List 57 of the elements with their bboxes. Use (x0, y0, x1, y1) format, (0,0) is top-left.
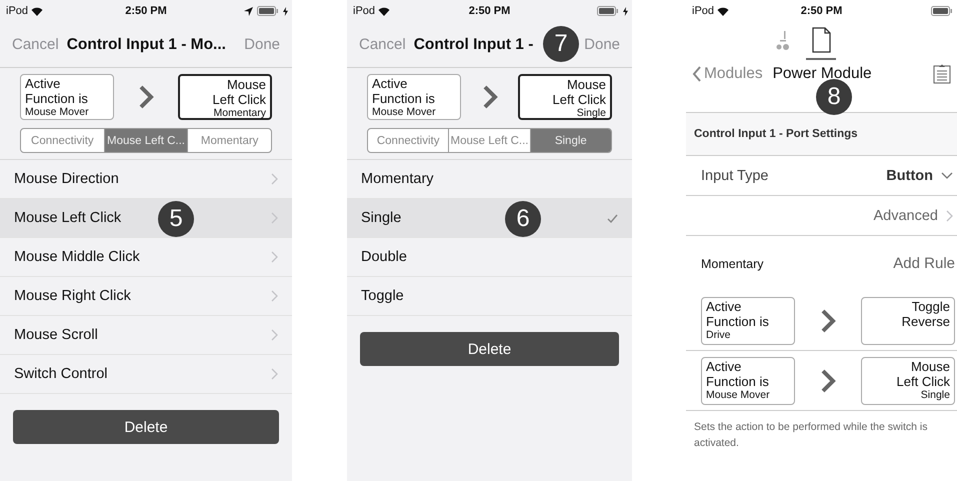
chevron-right-icon (482, 84, 498, 110)
back-chevron-icon (692, 66, 702, 82)
chevron-right-icon (271, 290, 278, 302)
chevron-right-icon (820, 368, 836, 394)
wifi-icon (378, 6, 390, 16)
wifi-icon (31, 6, 44, 16)
chevron-right-icon (138, 84, 154, 110)
help-text: Sets the action to be performed while the switch is activated. (693, 420, 928, 451)
clipboard-icon[interactable] (933, 64, 951, 84)
battery-icon (257, 6, 279, 16)
setting-label: Input Type (701, 168, 768, 184)
delete-button[interactable]: Delete (360, 332, 619, 366)
chevron-right-icon (271, 212, 278, 224)
delete-button[interactable]: Delete (13, 410, 279, 444)
status-time: 2:50 PM (800, 5, 842, 17)
wifi-icon (717, 6, 730, 16)
list-item[interactable]: Mouse Left Click 5 (0, 199, 292, 238)
status-time: 2:50 PM (468, 5, 510, 17)
segment-tab[interactable]: Single (530, 129, 611, 152)
step-number-badge: 7 (543, 26, 579, 62)
action-box[interactable]: Toggle Reverse (861, 296, 955, 344)
advanced-link[interactable]: Advanced (874, 208, 953, 224)
chevron-right-icon (271, 368, 278, 380)
condition-box[interactable]: Active Function is Mouse Mover (20, 74, 114, 120)
segment-tab[interactable]: Momentary (187, 129, 271, 152)
chevron-right-icon (271, 329, 278, 341)
status-time: 2:50 PM (125, 5, 167, 17)
caret-down-icon (941, 172, 953, 179)
condition-box[interactable]: Active Function is Mouse Mover (367, 74, 461, 120)
segment-tab[interactable]: Mouse Left C... (104, 129, 188, 152)
segment-tab[interactable]: Connectivity (21, 129, 104, 152)
back-button[interactable]: Modules (692, 65, 763, 83)
add-rule-button[interactable]: Add Rule (893, 255, 955, 272)
condition-box[interactable]: Active Function is Drive (701, 296, 795, 344)
step-number-badge: 5 (158, 201, 194, 237)
rules-mode-label: Momentary (701, 256, 764, 270)
chevron-right-icon (271, 173, 278, 185)
carrier-name: iPod (6, 5, 28, 17)
list-item[interactable]: Single 6 (347, 199, 632, 238)
step-number-badge: 6 (505, 201, 541, 237)
action-box[interactable]: Mouse Left Click Momentary (178, 74, 272, 120)
step-number-badge: 8 (816, 79, 852, 115)
carrier-name: iPod (353, 5, 376, 17)
screen-title: Control Input 1 - Mo... (66, 36, 226, 52)
chevron-right-icon (946, 210, 953, 222)
condition-box[interactable]: Active Function is Mouse Mover (701, 356, 795, 404)
chevron-right-icon (820, 308, 836, 334)
chevron-right-icon (271, 251, 278, 263)
section-header: Control Input 1 - Port Settings (686, 113, 957, 156)
input-type-dropdown[interactable]: Button (886, 168, 953, 184)
document-tab-icon[interactable] (806, 25, 836, 60)
action-box[interactable]: Mouse Left Click Single (518, 74, 612, 120)
segment-tab[interactable]: Connectivity (368, 129, 448, 152)
carrier-name: iPod (692, 5, 714, 17)
action-box[interactable]: Mouse Left Click Single (861, 356, 955, 404)
checkmark-icon (607, 214, 618, 222)
screen-title: Control Input 1 - (414, 36, 534, 52)
